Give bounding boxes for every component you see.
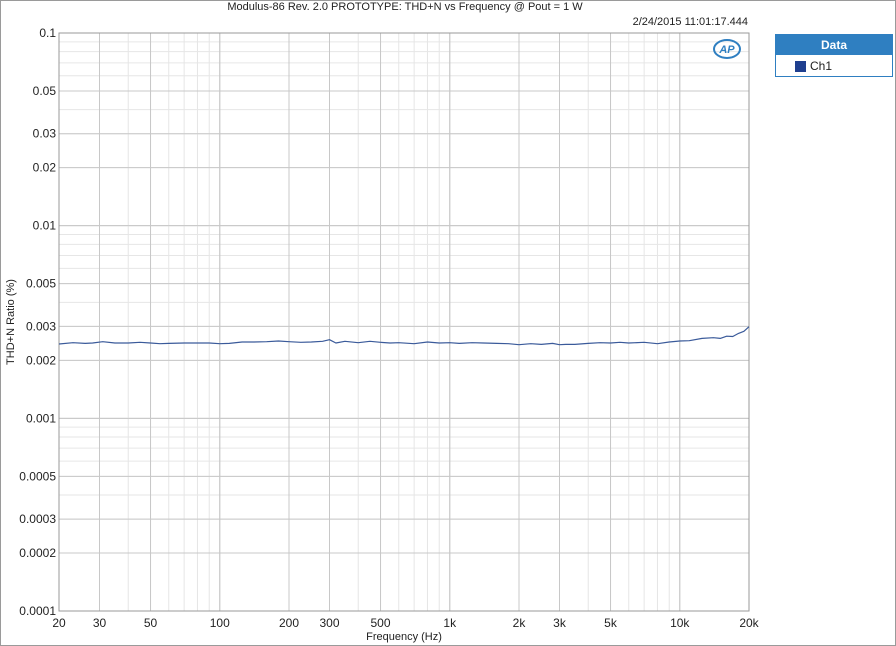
x-tick-label: 50 — [144, 616, 158, 630]
y-tick-label: 0.0005 — [19, 469, 56, 483]
legend-title: Data — [776, 35, 892, 55]
x-axis-label: Frequency (Hz) — [366, 631, 442, 643]
x-tick-label: 10k — [670, 616, 690, 630]
ap-logo-icon: AP — [713, 39, 741, 59]
y-tick-label: 0.02 — [33, 161, 57, 175]
x-tick-label: 30 — [93, 616, 107, 630]
x-tick-label: 100 — [210, 616, 230, 630]
x-tick-label: 20 — [52, 616, 66, 630]
x-tick-label: 500 — [371, 616, 391, 630]
legend: Data Ch1 — [775, 34, 893, 77]
y-tick-label: 0.0001 — [19, 604, 56, 618]
y-tick-label: 0.03 — [33, 127, 57, 141]
y-tick-label: 0.002 — [26, 353, 56, 367]
y-tick-label: 0.003 — [26, 319, 56, 333]
svg-text:AP: AP — [718, 44, 735, 56]
y-tick-label: 0.001 — [26, 411, 56, 425]
x-tick-label: 3k — [553, 616, 567, 630]
x-tick-label: 300 — [319, 616, 339, 630]
plot-background — [59, 33, 749, 611]
y-axis-label: THD+N Ratio (%) — [5, 279, 17, 365]
y-tick-label: 0.05 — [33, 84, 57, 98]
x-tick-label: 20k — [739, 616, 759, 630]
y-tick-label: 0.1 — [39, 26, 56, 40]
x-tick-label: 200 — [279, 616, 299, 630]
y-tick-label: 0.005 — [26, 277, 56, 291]
legend-swatch — [795, 60, 806, 72]
y-tick-label: 0.0002 — [19, 546, 56, 560]
y-tick-label: 0.01 — [33, 219, 57, 233]
x-tick-label: 1k — [443, 616, 457, 630]
legend-item-ch1[interactable]: Ch1 — [776, 55, 892, 73]
legend-label: Ch1 — [810, 59, 833, 73]
plot-area: 0.1 0.05 0.03 0.02 0.01 0.005 0.003 0.002 0.001 0… — [5, 26, 760, 643]
y-tick-label: 0.0003 — [19, 512, 56, 526]
x-tick-label: 2k — [513, 616, 527, 630]
x-tick-label: 5k — [604, 616, 618, 630]
